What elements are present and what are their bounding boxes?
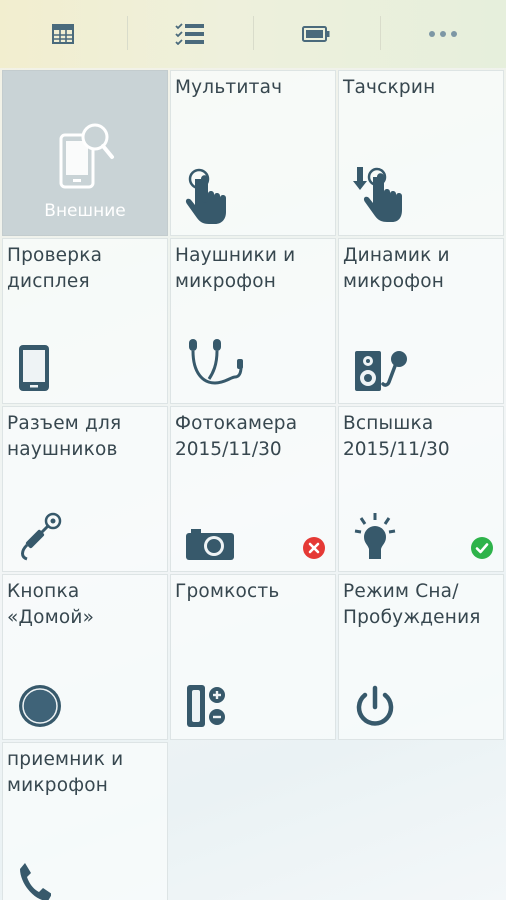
tile-camera[interactable]: Фотокамера 2015/11/30 [170,406,336,572]
status-failed-icon [303,537,325,559]
phone-search-icon [59,123,114,189]
empty-cell [338,742,504,900]
speaker-mic-icon [355,351,407,391]
home-button-icon [19,685,61,727]
headphone-jack-icon [21,512,62,561]
tile-label: приемник и микрофон [7,749,124,796]
test-grid: Внешние Мультитач Тачскрин Проверка дисп… [2,70,504,900]
status-passed-icon [471,537,493,559]
volume-icon [187,685,225,727]
tile-display-check[interactable]: Проверка дисплея [2,238,168,404]
tile-date: 2015/11/30 [343,439,450,460]
display-icon [19,345,49,391]
tab-battery[interactable] [253,0,380,68]
phone-icon [20,863,51,900]
battery-icon [302,26,330,42]
checklist-icon [175,23,204,45]
tile-sleep-wake[interactable]: Режим Сна/ Пробуждения [338,574,504,740]
tab-table[interactable] [0,0,127,68]
tile-label: Динамик и микрофон [343,245,450,292]
tile-headphone-jack[interactable]: Разъем для наушников [2,406,168,572]
multitouch-icon [185,168,226,224]
tile-label: Тачскрин [343,77,436,98]
tile-label: Вспышка [343,413,434,434]
flash-icon [354,513,396,559]
tile-label: Фотокамера [175,413,298,434]
table-icon [52,24,75,44]
tile-label: Внешние [44,201,126,221]
tile-volume[interactable]: Громкость [170,574,336,740]
tile-label: Проверка дисплея [7,245,103,292]
tile-label: Режим Сна/ Пробуждения [343,581,481,628]
tile-exterior[interactable]: Внешние [2,70,168,236]
more-icon [428,31,457,37]
tab-more[interactable] [379,0,506,68]
tile-date: 2015/11/30 [175,439,282,460]
tile-multitouch[interactable]: Мультитач [170,70,336,236]
top-toolbar [0,0,506,68]
camera-icon [186,529,234,560]
tile-headset[interactable]: Наушники и микрофон [170,238,336,404]
tile-receiver-mic[interactable]: приемник и микрофон [2,742,168,900]
empty-cell [170,742,336,900]
tile-touchscreen[interactable]: Тачскрин [338,70,504,236]
tab-checklist[interactable] [126,0,254,68]
tile-speaker-mic[interactable]: Динамик и микрофон [338,238,504,404]
tile-label: Мультитач [175,77,283,98]
tile-label: Громкость [175,581,280,602]
headset-icon [189,339,243,385]
touchscreen-icon [353,167,402,222]
tile-home-button[interactable]: Кнопка «Домой» [2,574,168,740]
tile-label: Кнопка «Домой» [7,581,95,628]
tile-flash[interactable]: Вспышка 2015/11/30 [338,406,504,572]
tile-label: Разъем для наушников [7,413,122,460]
tile-label: Наушники и микрофон [175,245,296,292]
power-icon [356,685,394,726]
